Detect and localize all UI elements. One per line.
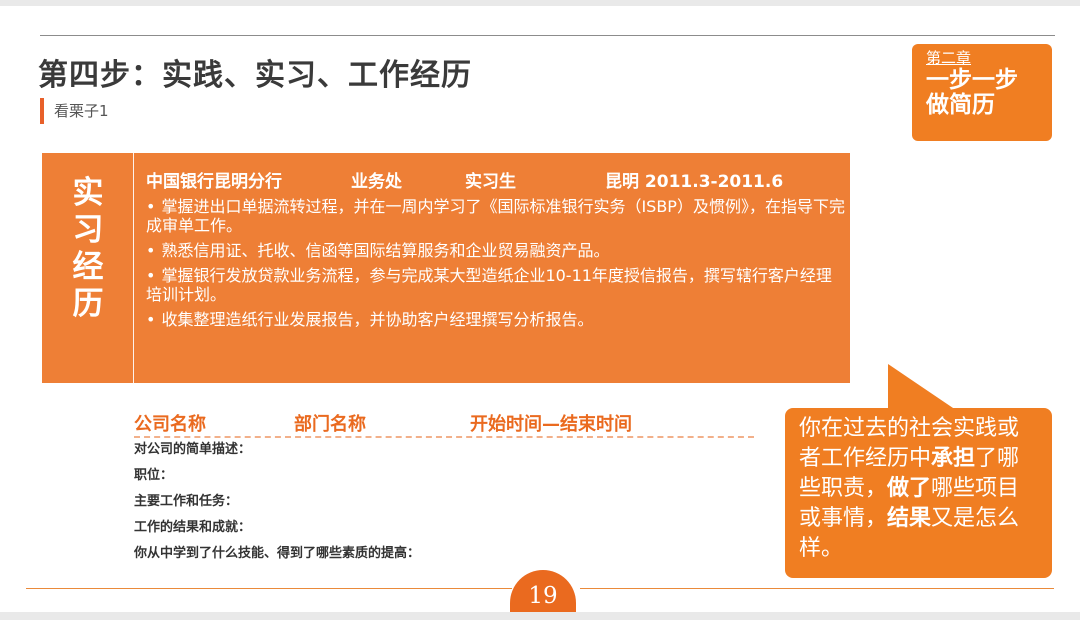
chapter-line-2: 做简历 [926, 92, 995, 118]
bullet-text: 掌握进出口单据流转过程，并在一周内学习了《国际标准银行实务（ISBP）及惯例》，… [146, 197, 845, 235]
template-department: 部门名称 [294, 414, 366, 435]
side-char: 习 [72, 212, 104, 248]
slide-title: 第四步：实践、实习、工作经历 [38, 58, 472, 93]
side-char: 实 [72, 175, 104, 211]
callout-box: 你在过去的社会实践或者工作经历中承担了哪些职责，做了哪些项目或事情，结果又是怎么… [785, 408, 1052, 578]
chapter-label: 第二章 [926, 49, 972, 67]
bullet-item: • 收集整理造纸行业发展报告，并协助客户经理撰写分析报告。 [146, 310, 846, 329]
template-line: 职位： [134, 468, 174, 483]
bullet-marker: • [146, 197, 156, 216]
department-name: 业务处 [351, 172, 402, 192]
callout-emphasis: 承担 [931, 446, 976, 471]
bullet-item: • 熟悉信用证、托收、信函等国际结算服务和企业贸易融资产品。 [146, 241, 846, 260]
template-headers: 公司名称 部门名称 开始时间—结束时间 [134, 410, 754, 438]
chapter-line-1: 一步一步 [926, 67, 1018, 93]
slide-subtitle: 看栗子1 [40, 98, 109, 124]
role-name: 实习生 [465, 172, 516, 192]
location-date: 昆明 2011.3-2011.6 [605, 172, 784, 192]
template-line: 你从中学到了什么技能、得到了哪些素质的提高： [134, 546, 421, 561]
experience-side-label: 实 习 经 历 [42, 153, 134, 383]
bullet-marker: • [146, 241, 156, 260]
template-line: 对公司的简单描述： [134, 442, 252, 457]
bullet-item: • 掌握银行发放贷款业务流程，参与完成某大型造纸企业10-11年度授信报告，撰写辖… [146, 266, 846, 304]
footer-rule-right [580, 588, 1054, 589]
callout-emphasis: 结果 [887, 506, 932, 531]
callout-emphasis: 做了 [887, 476, 932, 501]
bullet-text: 熟悉信用证、托收、信函等国际结算服务和企业贸易融资产品。 [161, 241, 610, 260]
chapter-badge: 第二章 一步一步 做简历 [912, 44, 1052, 141]
bullet-text: 掌握银行发放贷款业务流程，参与完成某大型造纸企业10-11年度授信报告，撰写辖行… [146, 266, 832, 304]
footer-rule-left [26, 588, 512, 589]
bottom-band [0, 612, 1080, 620]
template-line: 工作的结果和成就： [134, 520, 252, 535]
side-char: 经 [72, 249, 104, 285]
bullet-item: • 掌握进出口单据流转过程，并在一周内学习了《国际标准银行实务（ISBP）及惯例》… [146, 197, 846, 235]
top-rule [40, 35, 1055, 36]
template-line: 主要工作和任务： [134, 494, 239, 509]
template-company: 公司名称 [134, 414, 206, 435]
callout-pointer [888, 364, 956, 410]
experience-content: 中国银行昆明分行 业务处 实习生 昆明 2011.3-2011.6 • 掌握进出口单据流… [146, 167, 846, 335]
organization-name: 中国银行昆明分行 [146, 172, 282, 192]
bullet-marker: • [146, 266, 156, 285]
experience-header: 中国银行昆明分行 业务处 实习生 昆明 2011.3-2011.6 [146, 167, 846, 192]
side-char: 历 [72, 286, 104, 322]
top-band [0, 0, 1080, 6]
template-period: 开始时间—结束时间 [470, 414, 632, 435]
bullet-text: 收集整理造纸行业发展报告，并协助客户经理撰写分析报告。 [161, 310, 594, 329]
bullet-marker: • [146, 310, 156, 329]
experience-template: 公司名称 部门名称 开始时间—结束时间 对公司的简单描述： 职位： 主要工作和任务：… [134, 410, 774, 567]
experience-panel: 实 习 经 历 中国银行昆明分行 业务处 实习生 昆明 2011.3-2011.6 •… [42, 153, 850, 383]
